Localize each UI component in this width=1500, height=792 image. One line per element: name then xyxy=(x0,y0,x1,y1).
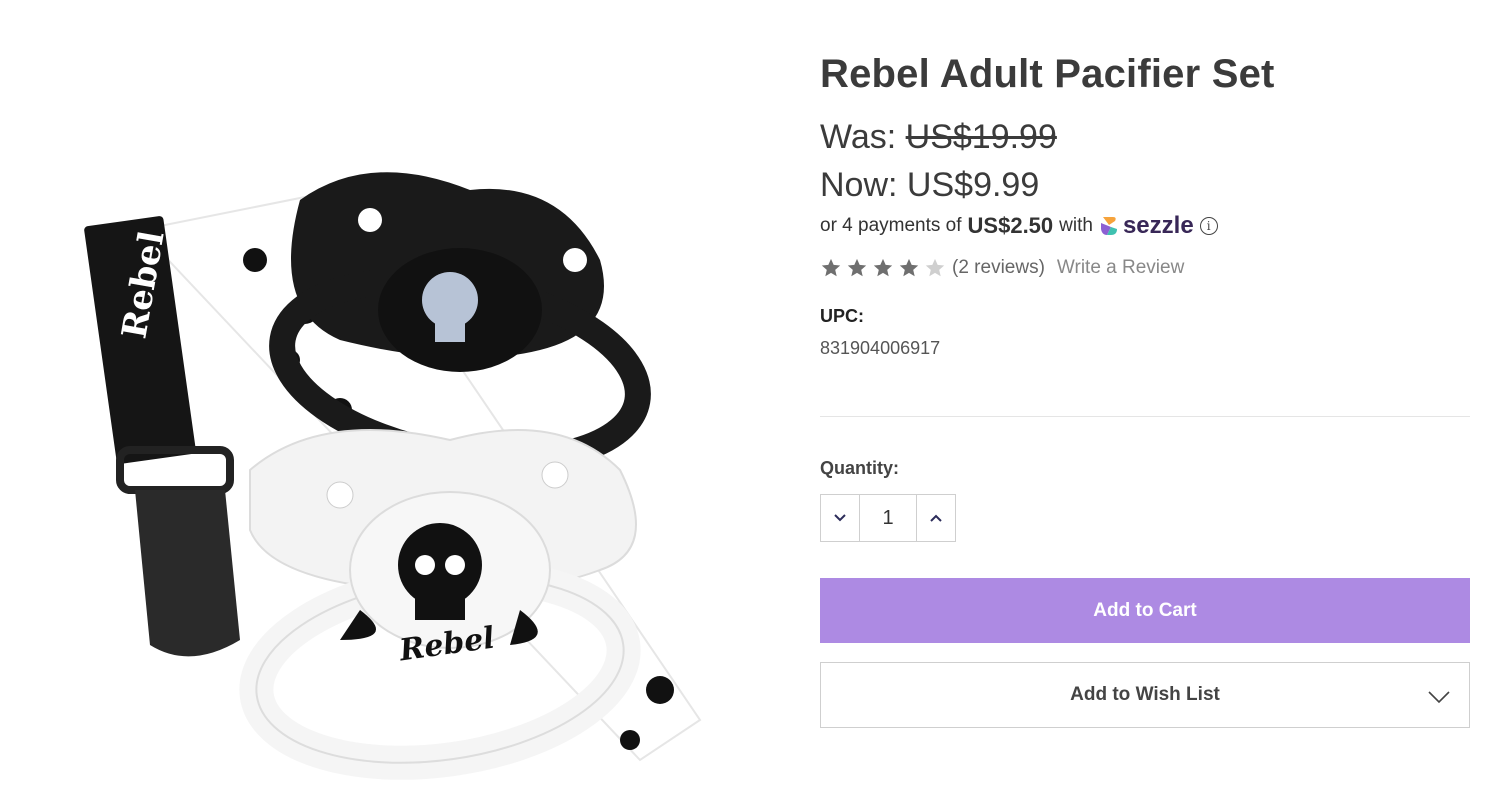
was-label: Was: xyxy=(820,118,897,156)
product-image-column: Rebel Rebel xyxy=(0,0,780,792)
upc-label: UPC: xyxy=(820,306,864,326)
sezzle-name: sezzle xyxy=(1122,212,1194,239)
chevron-up-icon xyxy=(930,514,942,522)
installment-suffix: with xyxy=(1059,215,1093,236)
review-count[interactable]: (2 reviews) xyxy=(952,257,1045,279)
star-empty-icon xyxy=(925,258,945,277)
star-filled-icon xyxy=(899,258,919,277)
product-image[interactable]: Rebel Rebel xyxy=(40,110,740,780)
product-title: Rebel Adult Pacifier Set xyxy=(820,52,1275,96)
now-label: Now: xyxy=(820,166,898,204)
star-filled-icon xyxy=(821,258,841,277)
wishlist-label: Add to Wish List xyxy=(1070,684,1220,705)
installment-amount: US$2.50 xyxy=(967,213,1054,238)
product-info: Rebel Adult Pacifier Set Was: US$19.99 N… xyxy=(820,0,1470,792)
quantity-label: Quantity: xyxy=(820,458,899,478)
star-filled-icon xyxy=(847,258,867,277)
was-price-row: Was: US$19.99 xyxy=(820,118,1057,157)
rating-row: (2 reviews) Write a Review xyxy=(820,257,1184,279)
sezzle-mark-icon xyxy=(1100,217,1117,235)
star-rating xyxy=(820,257,950,279)
chevron-down-icon xyxy=(834,514,846,522)
was-price: US$19.99 xyxy=(905,118,1057,156)
write-review-link[interactable]: Write a Review xyxy=(1057,257,1184,279)
increase-quantity-button[interactable] xyxy=(916,494,956,542)
quantity-input[interactable]: 1 xyxy=(860,494,916,542)
now-price: US$9.99 xyxy=(906,166,1040,204)
decrease-quantity-button[interactable] xyxy=(820,494,860,542)
star-filled-icon xyxy=(873,258,893,277)
add-to-wishlist-button[interactable]: Add to Wish List xyxy=(820,662,1470,728)
installment-prefix: or 4 payments of xyxy=(820,215,962,236)
installment-info: or 4 payments of US$2.50 with sezzle i xyxy=(820,212,1218,240)
upc-value: 831904006917 xyxy=(820,338,941,358)
info-icon[interactable]: i xyxy=(1199,217,1218,235)
divider xyxy=(820,416,1470,417)
sezzle-logo[interactable]: sezzle xyxy=(1099,212,1194,240)
now-price-row: Now: US$9.99 xyxy=(820,166,1039,205)
quantity-stepper: 1 xyxy=(820,494,956,542)
add-to-cart-button[interactable]: Add to Cart xyxy=(820,578,1470,643)
chevron-down-icon[interactable] xyxy=(1427,685,1451,709)
